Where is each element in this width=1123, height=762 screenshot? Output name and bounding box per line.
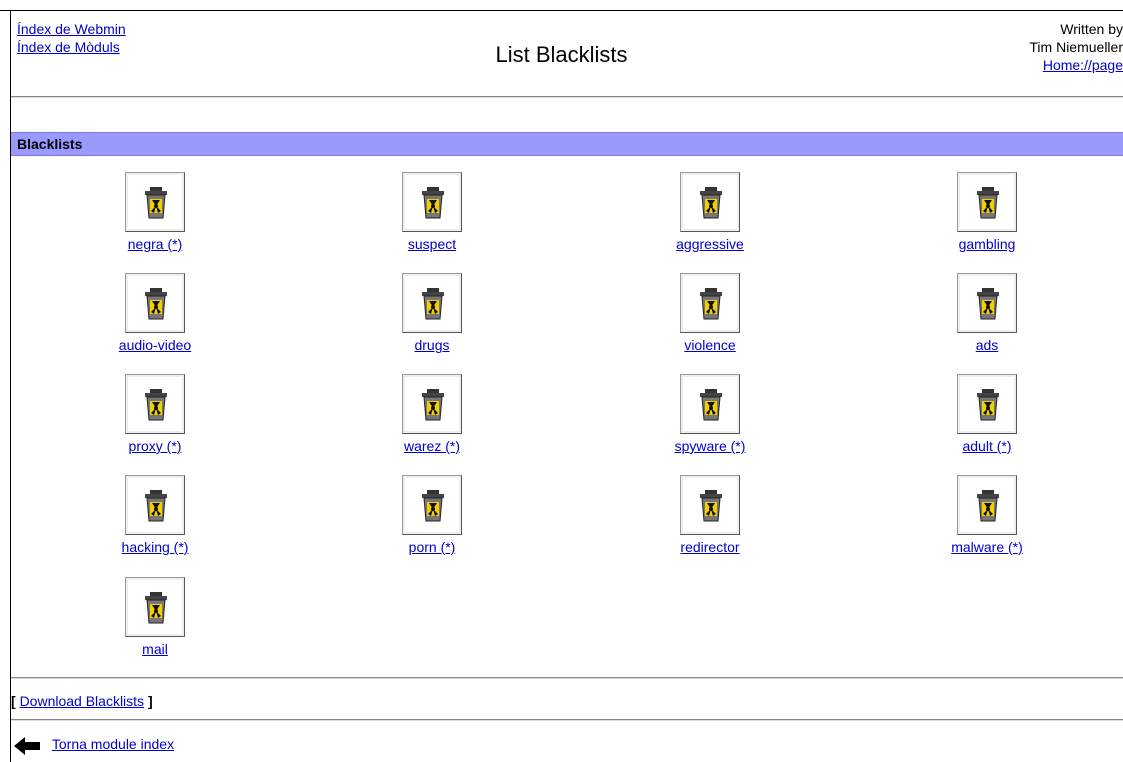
blacklist-item: proxy (*)	[55, 374, 255, 456]
blacklist-grid: negra (*) suspect aggressive gambling audio-…	[0, 0, 1123, 762]
blacklist-item: aggressive	[610, 172, 810, 254]
blacklist-link[interactable]: gambling	[959, 236, 1016, 252]
blacklist-link[interactable]: drugs	[414, 337, 449, 353]
radioactive-trash-icon[interactable]	[680, 172, 740, 232]
radioactive-trash-icon[interactable]	[402, 273, 462, 333]
page-title: List Blacklists	[495, 42, 628, 67]
author-info: Written by Tim Niemueller Home://page	[963, 20, 1123, 74]
frame-top-border	[0, 10, 1123, 11]
radioactive-trash-icon[interactable]	[680, 475, 740, 535]
module-index-back-link[interactable]: Torna module index	[52, 736, 174, 752]
blacklist-link[interactable]: audio-video	[119, 337, 191, 353]
blacklist-link[interactable]: violence	[684, 337, 735, 353]
radioactive-trash-icon[interactable]	[125, 374, 185, 434]
frame-left-border	[10, 10, 11, 762]
blacklist-link[interactable]: aggressive	[676, 236, 744, 252]
divider	[11, 96, 1123, 98]
author-name: Tim Niemueller	[1029, 39, 1123, 55]
blacklist-item: drugs	[332, 273, 532, 355]
blacklist-link[interactable]: malware (*)	[951, 539, 1023, 555]
blacklist-item: gambling	[887, 172, 1087, 254]
blacklist-link[interactable]: ads	[976, 337, 999, 353]
blacklist-item: spyware (*)	[610, 374, 810, 456]
homepage-link[interactable]: Home://page	[963, 56, 1123, 74]
radioactive-trash-icon[interactable]	[680, 273, 740, 333]
radioactive-trash-icon[interactable]	[957, 273, 1017, 333]
webmin-index-link[interactable]: Índex de Webmin	[17, 20, 126, 38]
radioactive-trash-icon[interactable]	[402, 475, 462, 535]
radioactive-trash-icon[interactable]	[957, 374, 1017, 434]
radioactive-trash-icon[interactable]	[125, 577, 185, 637]
bracket-open: [	[11, 693, 16, 709]
divider	[11, 719, 1123, 721]
blacklist-item: suspect	[332, 172, 532, 254]
radioactive-trash-icon[interactable]	[125, 172, 185, 232]
blacklist-item: hacking (*)	[55, 475, 255, 557]
radioactive-trash-icon[interactable]	[402, 172, 462, 232]
blacklist-item: warez (*)	[332, 374, 532, 456]
download-blacklists-link[interactable]: Download Blacklists	[20, 693, 145, 709]
blacklist-link[interactable]: hacking (*)	[122, 539, 189, 555]
blacklist-item: ads	[887, 273, 1087, 355]
radioactive-trash-icon[interactable]	[680, 374, 740, 434]
blacklist-link[interactable]: negra (*)	[128, 236, 182, 252]
back-arrow-icon[interactable]	[14, 737, 40, 756]
blacklist-item: malware (*)	[887, 475, 1087, 557]
radioactive-trash-icon[interactable]	[402, 374, 462, 434]
blacklist-link[interactable]: proxy (*)	[129, 438, 182, 454]
blacklist-link[interactable]: mail	[142, 641, 168, 657]
blacklist-item: audio-video	[55, 273, 255, 355]
radioactive-trash-icon[interactable]	[957, 475, 1017, 535]
blacklist-link[interactable]: adult (*)	[962, 438, 1011, 454]
download-row: [ Download Blacklists ]	[11, 693, 153, 709]
blacklist-link[interactable]: porn (*)	[409, 539, 456, 555]
bracket-close: ]	[147, 693, 153, 709]
divider	[11, 677, 1123, 679]
section-title: Blacklists	[17, 136, 83, 152]
blacklist-link[interactable]: warez (*)	[404, 438, 460, 454]
blacklist-link[interactable]: spyware (*)	[675, 438, 746, 454]
section-header: Blacklists	[11, 132, 1123, 156]
blacklist-item: redirector	[610, 475, 810, 557]
radioactive-trash-icon[interactable]	[125, 273, 185, 333]
blacklist-item: negra (*)	[55, 172, 255, 254]
blacklist-item: mail	[55, 577, 255, 659]
radioactive-trash-icon[interactable]	[957, 172, 1017, 232]
written-by-label: Written by	[1060, 21, 1123, 37]
blacklist-item: porn (*)	[332, 475, 532, 557]
blacklist-link[interactable]: suspect	[408, 236, 456, 252]
back-row: Torna module index	[14, 736, 174, 756]
blacklist-item: adult (*)	[887, 374, 1087, 456]
blacklist-item: violence	[610, 273, 810, 355]
radioactive-trash-icon[interactable]	[125, 475, 185, 535]
blacklist-link[interactable]: redirector	[680, 539, 739, 555]
